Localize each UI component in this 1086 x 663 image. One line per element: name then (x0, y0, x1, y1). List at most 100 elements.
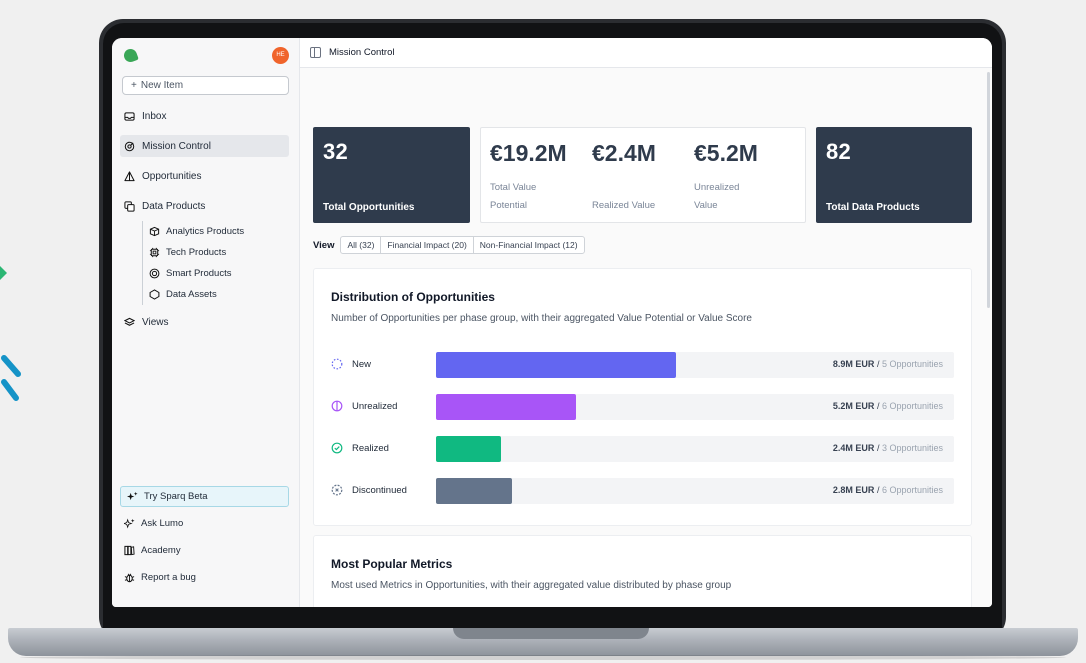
status-label: Realized (331, 442, 389, 454)
status-label: Discontinued (331, 484, 407, 496)
tab-all[interactable]: All (32) (341, 237, 382, 253)
bar-track: 5.2M EUR / 6 Opportunities (436, 394, 954, 420)
tab-financial-impact[interactable]: Financial Impact (20) (381, 237, 474, 253)
decorative-triangle (0, 266, 7, 280)
kpi-unrealized-value[interactable]: €5.2M Unrealized Value (694, 140, 796, 211)
tech-products-icon (149, 247, 160, 258)
value-count: 3 Opportunities (881, 443, 943, 453)
ask-lumo-label: Ask Lumo (141, 518, 184, 529)
report-bug-button[interactable]: Report a bug (120, 567, 289, 588)
value-separator: / (874, 401, 882, 411)
decorative-bracket (1, 355, 21, 401)
sparkle-icon (124, 518, 135, 529)
data-products-submenu: Analytics Products Tech Products Smart P… (142, 221, 299, 305)
sidebar-item-label: Views (142, 316, 169, 328)
card-title: Distribution of Opportunities (331, 290, 495, 304)
academy-button[interactable]: Academy (120, 540, 289, 561)
value-separator: / (874, 485, 882, 495)
laptop-notch (453, 628, 649, 639)
sidebar-item-opportunities[interactable]: Opportunities (120, 165, 289, 187)
bar-track: 2.4M EUR / 3 Opportunities (436, 436, 954, 462)
popular-metrics-card: Most Popular Metrics Most used Metrics i… (313, 535, 972, 607)
kpi-value-group: €19.2M Total Value Potential €2.4M Reali… (480, 127, 806, 223)
card-subtitle: Most used Metrics in Opportunities, with… (331, 580, 732, 591)
bar-fill (436, 394, 577, 420)
sidebar-subitem-label: Analytics Products (166, 226, 245, 237)
distribution-row-unrealized[interactable]: Unrealized 5.2M EUR / 6 Opportunities (331, 394, 954, 420)
app-logo[interactable] (122, 46, 139, 64)
sidebar-item-data-products[interactable]: Data Products (120, 195, 289, 217)
sidebar-subitem-label: Smart Products (166, 268, 232, 279)
value-eur: 5.2M EUR (832, 401, 875, 411)
value-count: 6 Opportunities (881, 485, 943, 495)
bar-fill (436, 352, 677, 378)
kpi-value: 32 (323, 139, 349, 164)
ask-lumo-button[interactable]: Ask Lumo (120, 513, 289, 534)
view-filter: View All (32) Financial Impact (20) Non-… (313, 236, 585, 254)
value-eur: 2.8M EUR (832, 485, 875, 495)
view-tabs: All (32) Financial Impact (20) Non-Finan… (340, 236, 585, 254)
sidebar-item-label: Inbox (142, 110, 167, 122)
app-screen: HE + New Item Inbox Mission Control Oppo… (112, 38, 992, 607)
bar-track: 8.9M EUR / 5 Opportunities (436, 352, 954, 378)
kpi-total-value-potential[interactable]: €19.2M Total Value Potential (490, 140, 592, 211)
academy-icon (124, 545, 135, 556)
bar-track: 2.8M EUR / 6 Opportunities (436, 478, 954, 504)
sidebar-item-mission-control[interactable]: Mission Control (120, 135, 289, 157)
analytics-products-icon (149, 226, 160, 237)
value-separator: / (874, 359, 882, 369)
value-count: 6 Opportunities (881, 401, 943, 411)
kpi-value: 82 (826, 139, 852, 164)
sidebar: HE + New Item Inbox Mission Control Oppo… (112, 38, 300, 607)
status-unrealized-icon (331, 400, 343, 412)
try-sparq-beta-label: Try Sparq Beta (144, 491, 208, 502)
sidebar-item-smart-products[interactable]: Smart Products (149, 263, 299, 284)
page-title: Mission Control (329, 47, 395, 58)
kpi-total-data-products[interactable]: 82 Total Data Products (816, 127, 972, 223)
avatar-initials: HE (276, 52, 285, 58)
value-eur: 8.9M EUR (832, 359, 875, 369)
sidebar-item-data-assets[interactable]: Data Assets (149, 284, 299, 305)
sidebar-toggle-icon[interactable] (310, 47, 321, 58)
sidebar-item-views[interactable]: Views (120, 311, 289, 333)
sparkle-icon (127, 491, 138, 502)
card-title: Most Popular Metrics (331, 557, 453, 571)
kpi-label: Total Opportunities (323, 202, 415, 213)
new-item-button[interactable]: + New Item (122, 76, 289, 95)
scrollbar[interactable] (987, 72, 990, 308)
bar-fill (436, 478, 512, 504)
kpi-row: 32 Total Opportunities €19.2M Total Valu… (313, 127, 972, 223)
sidebar-item-tech-products[interactable]: Tech Products (149, 242, 299, 263)
status-text: Discontinued (352, 484, 407, 496)
topbar: Mission Control (300, 38, 992, 68)
sidebar-item-analytics-products[interactable]: Analytics Products (149, 221, 299, 242)
distribution-row-discontinued[interactable]: Discontinued 2.8M EUR / 6 Opportunities (331, 478, 954, 504)
sidebar-item-inbox[interactable]: Inbox (120, 105, 289, 127)
tab-non-financial-impact[interactable]: Non-Financial Impact (12) (474, 237, 584, 253)
value-separator: / (874, 443, 882, 453)
try-sparq-beta-button[interactable]: Try Sparq Beta (120, 486, 289, 507)
bar-value: 2.8M EUR / 6 Opportunities (833, 485, 943, 495)
data-assets-icon (149, 289, 160, 300)
kpi-label: Realized Value (592, 200, 656, 211)
bar-value: 2.4M EUR / 3 Opportunities (833, 443, 943, 453)
kpi-total-opportunities[interactable]: 32 Total Opportunities (313, 127, 470, 223)
kpi-realized-value[interactable]: €2.4M Realized Value (592, 140, 694, 211)
sidebar-nav: Inbox Mission Control Opportunities Data… (112, 105, 299, 333)
distribution-row-new[interactable]: New 8.9M EUR / 5 Opportunities (331, 352, 954, 378)
kpi-label: Total Data Products (826, 202, 920, 213)
sidebar-subitem-label: Tech Products (166, 247, 227, 258)
sidebar-footer: Try Sparq Beta Ask Lumo Academy Report a… (112, 486, 299, 594)
sidebar-item-label: Data Products (142, 200, 206, 212)
status-label: New (331, 358, 371, 370)
distribution-row-realized[interactable]: Realized 2.4M EUR / 3 Opportunities (331, 436, 954, 462)
bar-value: 5.2M EUR / 6 Opportunities (833, 401, 943, 411)
avatar[interactable]: HE (272, 46, 289, 64)
new-item-label: New Item (140, 80, 184, 91)
status-text: Unrealized (352, 400, 398, 412)
laptop-shadow (20, 655, 1066, 660)
bar-value: 8.9M EUR / 5 Opportunities (833, 359, 943, 369)
plus-icon: + (131, 80, 137, 91)
main-content: Mission Control 32 Total Opportunities €… (300, 38, 992, 607)
kpi-label: Unrealized Value (694, 182, 740, 211)
